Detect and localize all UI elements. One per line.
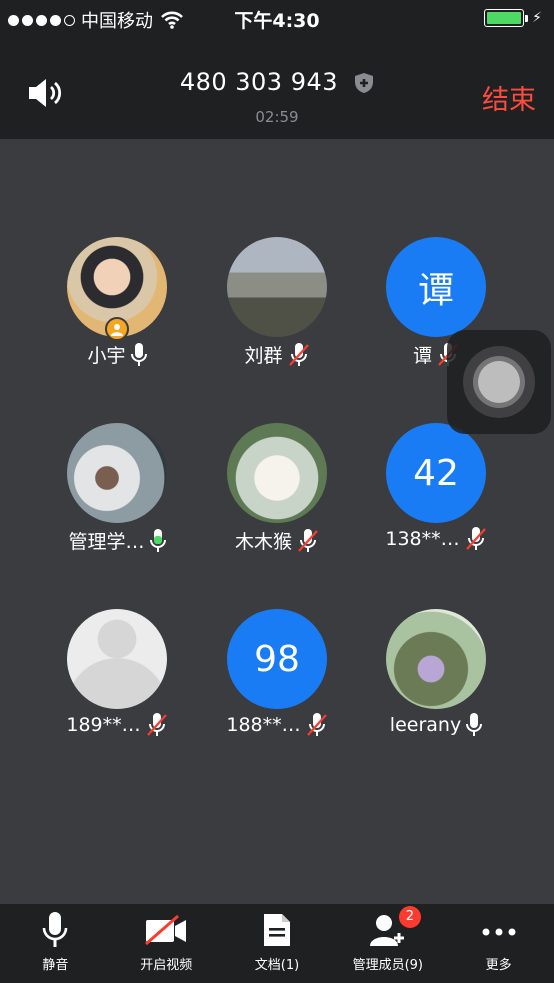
document-icon	[263, 914, 290, 946]
more-label: 更多	[485, 958, 512, 973]
video-off-icon	[145, 914, 187, 946]
bottom-toolbar: 静音 开启视频 文档(1) 2 管理成员(9) 更多	[0, 904, 554, 983]
participant-tile[interactable]: leerany	[356, 609, 516, 737]
start-video-label: 开启视频	[140, 958, 193, 973]
avatar	[67, 237, 167, 341]
mic-on-icon	[130, 342, 147, 366]
documents-label: 文档(1)	[254, 958, 300, 973]
participant-tile[interactable]: 小宇	[37, 237, 197, 368]
mute-button[interactable]: 静音	[0, 904, 111, 983]
avatar: 谭	[386, 237, 486, 337]
call-header: 480 303 943 02:59 结束	[0, 36, 554, 139]
mic-muted-icon	[298, 528, 318, 552]
manage-members-label: 管理成员(9)	[352, 958, 423, 973]
avatar	[67, 423, 167, 523]
mic-muted-icon	[306, 713, 327, 736]
more-button[interactable]: 更多	[443, 904, 554, 983]
participant-name: 谭	[412, 345, 432, 367]
mic-muted-icon	[146, 713, 167, 736]
start-video-button[interactable]: 开启视频	[111, 904, 222, 983]
participant-name: 189**…	[66, 714, 141, 736]
participant-tile[interactable]: 98 188**…	[197, 609, 357, 737]
avatar	[227, 237, 327, 337]
battery-icon: ⚡	[484, 9, 542, 27]
manage-members-button[interactable]: 2 管理成员(9)	[332, 904, 443, 983]
participant-tile[interactable]: 木木猴	[197, 423, 357, 554]
participant-name: leerany	[389, 714, 462, 736]
meeting-id-text: 480 303 943	[179, 68, 339, 96]
participant-name: 138**…	[385, 528, 460, 550]
avatar	[386, 609, 486, 709]
avatar	[227, 423, 327, 523]
avatar: 42	[386, 423, 486, 523]
participant-tile[interactable]: 189**…	[37, 609, 197, 737]
mute-label: 静音	[42, 958, 69, 973]
shield-icon	[355, 73, 374, 93]
mic-speaking-icon	[149, 528, 166, 552]
documents-button[interactable]: 文档(1)	[222, 904, 333, 983]
end-call-button[interactable]: 结束	[482, 78, 536, 117]
participant-name: 木木猴	[234, 531, 292, 553]
mic-muted-icon	[465, 527, 486, 550]
mic-on-icon	[466, 713, 483, 736]
meeting-id[interactable]: 480 303 943	[0, 68, 554, 96]
participant-tile[interactable]: 管理学…	[37, 423, 197, 554]
participant-name: 管理学…	[68, 531, 145, 553]
assistive-touch-button[interactable]	[447, 330, 551, 434]
more-dots-icon	[482, 928, 516, 936]
mic-muted-icon	[288, 342, 309, 366]
call-duration: 02:59	[255, 108, 299, 126]
status-time: 下午4:30	[234, 10, 320, 32]
participant-name: 188**…	[226, 714, 301, 736]
participant-tile[interactable]: 刘群	[197, 237, 357, 368]
participant-name: 刘群	[244, 345, 283, 367]
participant-tile[interactable]: 42 138**…	[356, 423, 516, 551]
avatar: 98	[227, 609, 327, 709]
host-badge-icon	[105, 317, 129, 341]
members-count-badge: 2	[398, 906, 421, 928]
default-avatar-icon	[67, 609, 167, 709]
microphone-icon	[43, 912, 68, 947]
status-bar: 中国移动 下午4:30 ⚡	[0, 0, 554, 36]
participant-name: 小宇	[87, 345, 126, 367]
